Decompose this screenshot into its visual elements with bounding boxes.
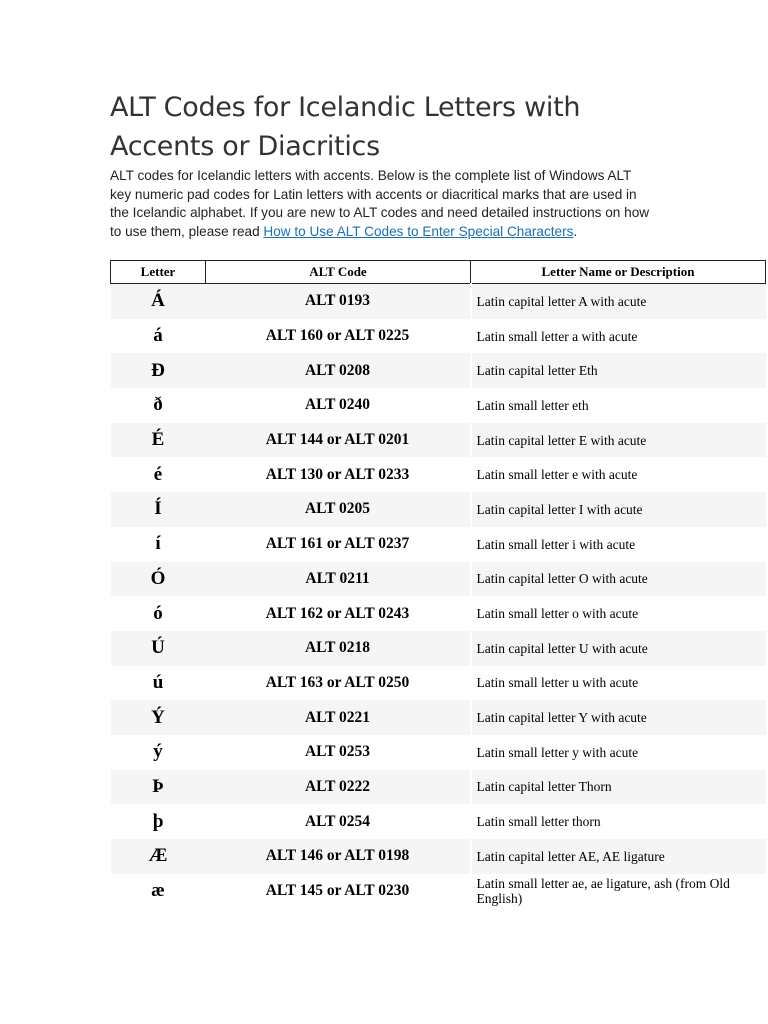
letter-cell: Þ <box>110 769 206 805</box>
alt-code-cell: ALT 163 or ALT 0250 <box>265 673 410 691</box>
table-row: Ó ALT 0211 Latin capital letter O with acu… <box>110 561 766 597</box>
table-row: Ð ALT 0208 Latin capital letter Eth <box>110 353 766 389</box>
alt-code-cell: ALT 0221 <box>205 700 471 735</box>
description-cell: Latin small letter e with acute <box>469 457 766 493</box>
table-row: Ú ALT 0218 Latin capital letter U with acu… <box>110 630 766 666</box>
letter-cell: É <box>110 422 206 458</box>
table-row: á ALT 160 or ALT 0225 Latin small letter a… <box>111 318 766 354</box>
letter-cell: Ú <box>110 630 206 666</box>
description-cell: Latin capital letter I with acute <box>469 492 766 527</box>
letter-cell: ó <box>153 602 163 624</box>
alt-code-cell: ALT 0211 <box>205 561 471 597</box>
alt-code-cell: ALT 146 or ALT 0198 <box>205 839 471 874</box>
description-cell: Latin capital letter A with acute <box>469 283 766 319</box>
description-cell: Latin small letter thorn <box>469 804 766 839</box>
letter-cell: ð <box>153 394 163 416</box>
page-title: ALT Codes for Icelandic Letters with Acc… <box>110 92 581 162</box>
alt-code-cell: ALT 162 or ALT 0243 <box>265 604 410 622</box>
header-alt-code: ALT Code <box>205 260 471 284</box>
description-cell: Latin small letter a with acute <box>469 318 766 354</box>
alt-code-cell: ALT 160 or ALT 0225 <box>265 327 410 345</box>
description-cell: Latin capital letter E with acute <box>469 422 766 458</box>
table-row: í ALT 161 or ALT 0237 Latin small letter i… <box>111 526 766 562</box>
table-row: Æ ALT 146 or ALT 0198 Latin capital letter… <box>110 839 766 874</box>
alt-code-cell: ALT 0254 <box>304 812 371 830</box>
header-description: Letter Name or Description <box>470 260 766 284</box>
alt-code-cell: ALT 0253 <box>304 743 371 761</box>
table-row: É ALT 144 or ALT 0201 Latin capital letter… <box>110 422 766 458</box>
alt-code-cell: ALT 0208 <box>205 353 471 389</box>
description-cell: Latin small letter eth <box>469 388 766 423</box>
letter-cell: Ó <box>110 561 206 597</box>
letter-cell: é <box>153 463 163 485</box>
alt-codes-table: Letter ALT Code Letter Name or Descripti… <box>110 260 766 909</box>
alt-code-cell: ALT 145 or ALT 0230 <box>265 882 410 900</box>
table-row: þ ALT 0254 Latin small letter thorn <box>111 804 766 839</box>
description-cell: Latin capital letter Eth <box>469 353 766 389</box>
how-to-use-link[interactable]: How to Use ALT Codes to Enter Special Ch… <box>263 224 573 239</box>
table-row: ý ALT 0253 Latin small letter y with acute <box>111 734 766 770</box>
alt-code-cell: ALT 144 or ALT 0201 <box>205 422 471 458</box>
header-letter: Letter <box>110 260 206 284</box>
table-row: Ý ALT 0221 Latin capital letter Y with acu… <box>110 700 766 735</box>
table-row: æ ALT 145 or ALT 0230 Latin small letter a… <box>111 873 766 909</box>
table-row: ð ALT 0240 Latin small letter eth <box>111 388 766 423</box>
table-row: ú ALT 163 or ALT 0250 Latin small letter u… <box>111 665 766 701</box>
table-row: Á ALT 0193 Latin capital letter A with acu… <box>110 283 766 319</box>
letter-cell: æ <box>151 880 165 902</box>
table-row: ó ALT 162 or ALT 0243 Latin small letter o… <box>111 596 766 631</box>
table-row: Í ALT 0205 Latin capital letter I with acu… <box>110 492 766 527</box>
alt-code-cell: ALT 0218 <box>205 630 471 666</box>
description-cell: Latin small letter o with acute <box>469 596 766 631</box>
alt-code-cell: ALT 161 or ALT 0237 <box>265 535 410 553</box>
description-cell: Latin capital letter O with acute <box>469 561 766 597</box>
alt-code-cell: ALT 0222 <box>205 769 471 805</box>
description-cell: Latin capital letter U with acute <box>469 630 766 666</box>
letter-cell: ý <box>153 741 163 763</box>
letter-cell: ú <box>152 671 164 693</box>
alt-code-cell: ALT 0193 <box>205 283 471 319</box>
description-cell: Latin capital letter Thorn <box>469 769 766 805</box>
description-cell: Latin small letter i with acute <box>469 526 766 562</box>
description-cell: Latin small letter ae, ae ligature, ash … <box>469 873 766 909</box>
description-cell: Latin capital letter Y with acute <box>469 700 766 735</box>
intro-period: . <box>573 224 578 240</box>
alt-code-cell: ALT 0205 <box>205 492 471 527</box>
alt-code-cell: ALT 130 or ALT 0233 <box>265 465 410 483</box>
description-cell: Latin small letter u with acute <box>469 665 766 701</box>
letter-cell: Ý <box>110 700 206 735</box>
letter-cell: Á <box>110 283 206 319</box>
letter-cell: Í <box>110 492 206 527</box>
table-row: é ALT 130 or ALT 0233 Latin small letter e… <box>111 457 766 493</box>
table-row: Þ ALT 0222 Latin capital letter Thorn <box>110 769 766 805</box>
letter-cell: í <box>155 533 161 555</box>
letter-cell: Ð <box>110 353 206 389</box>
letter-cell: þ <box>152 810 164 832</box>
description-cell: Latin small letter y with acute <box>469 734 766 770</box>
letter-cell: Æ <box>110 839 206 874</box>
letter-cell: á <box>153 325 163 347</box>
table-header-row: Letter ALT Code Letter Name or Descripti… <box>110 260 766 284</box>
intro-paragraph: ALT codes for Icelandic letters with acc… <box>110 167 650 242</box>
alt-code-cell: ALT 0240 <box>304 396 371 414</box>
description-cell: Latin capital letter AE, AE ligature <box>469 839 766 874</box>
